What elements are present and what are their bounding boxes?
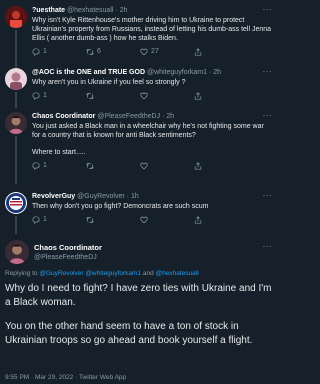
tweet-actions: 1 6 27 xyxy=(32,47,272,56)
retweet-icon xyxy=(86,163,94,169)
like-button[interactable] xyxy=(140,215,194,224)
reply-button[interactable]: 1 xyxy=(32,215,86,224)
author-name[interactable]: Chaos Coordinator xyxy=(34,243,102,253)
replying-to: Replying to @GuyRevolver @whiteguyforkam… xyxy=(5,270,272,278)
retweet-icon xyxy=(86,216,94,223)
share-button[interactable] xyxy=(194,161,248,170)
tweet-paragraph: Why do I need to fight? I have zero ties… xyxy=(5,283,272,308)
tweet-header: ?uesthate @hexhatesuall · 2h xyxy=(32,7,128,14)
tweet-actions: 1 xyxy=(32,215,272,224)
tweet-header: RevolverGuy @GuyRevolver · 1h xyxy=(32,193,139,200)
heart-icon xyxy=(140,48,148,56)
share-button[interactable] xyxy=(194,47,248,56)
tweet-text: Why aren't you in Ukraine if you feel so… xyxy=(32,79,186,87)
avatar[interactable] xyxy=(5,240,29,264)
reply-count: 1 xyxy=(43,48,47,56)
tweet-text: Why isn't Kyle Rittenhouse's mother driv… xyxy=(32,17,272,43)
reply-icon xyxy=(32,216,40,224)
author-handle[interactable]: @hexhatesuall xyxy=(67,7,113,14)
tweet-time[interactable]: 2h xyxy=(213,69,221,76)
tweet-timestamp[interactable]: 9:55 PM · Mar 29, 2022 · Twitter Web App xyxy=(5,374,126,382)
more-options-icon[interactable]: ··· xyxy=(263,242,273,252)
tweet-actions: 1 xyxy=(32,91,272,100)
avatar[interactable] xyxy=(5,192,27,214)
retweet-icon xyxy=(86,92,94,99)
tweet-whiteguyforkam1[interactable]: @AOC is the ONE and TRUE GOD @whiteguyfo… xyxy=(0,66,278,108)
like-button[interactable] xyxy=(140,91,194,100)
reply-icon xyxy=(32,48,40,56)
reply-icon xyxy=(32,162,40,170)
reply-button[interactable]: 1 xyxy=(32,47,86,56)
reply-handle-link[interactable]: @hexhatesuall xyxy=(156,270,199,277)
retweet-button[interactable] xyxy=(86,91,140,100)
retweet-count: 6 xyxy=(97,48,101,56)
tweet-text: You just asked a Black man in a wheelcha… xyxy=(32,122,272,157)
reply-button[interactable]: 1 xyxy=(32,161,86,170)
more-options-icon[interactable]: ··· xyxy=(263,5,273,15)
tweet-paragraph: You on the other hand seem to have a ton… xyxy=(5,321,253,346)
like-count: 27 xyxy=(151,48,159,56)
tweet-time[interactable]: 2h xyxy=(166,113,174,120)
tweet-paragraph: Where to start..... xyxy=(32,149,86,157)
retweet-button[interactable] xyxy=(86,161,140,170)
avatar[interactable] xyxy=(5,112,27,134)
focused-tweet[interactable]: Chaos Coordinator @PleaseFeedtheDJ ··· R… xyxy=(0,238,278,384)
reply-count: 1 xyxy=(43,92,47,100)
thread-line xyxy=(15,30,17,68)
share-icon xyxy=(194,48,202,56)
author-name[interactable]: Chaos Coordinator xyxy=(32,113,95,120)
reply-icon xyxy=(32,92,40,100)
tweet-guyrevolver[interactable]: RevolverGuy @GuyRevolver · 1h Then why d… xyxy=(0,190,278,234)
tweet-time[interactable]: 2h xyxy=(120,7,128,14)
reply-count: 1 xyxy=(43,216,47,224)
avatar[interactable] xyxy=(5,6,27,28)
author-block: Chaos Coordinator @PleaseFeedtheDJ xyxy=(34,243,102,262)
tweet-pleasefeedthedj[interactable]: Chaos Coordinator @PleaseFeedtheDJ · 2h … xyxy=(0,110,278,184)
replying-to-and: and xyxy=(142,270,154,277)
tweet-text: Why do I need to fight? I have zero ties… xyxy=(5,282,273,347)
share-button[interactable] xyxy=(194,215,248,224)
author-handle[interactable]: @GuyRevolver xyxy=(77,193,125,200)
avatar[interactable] xyxy=(5,68,27,90)
share-icon xyxy=(194,162,202,170)
share-icon xyxy=(194,216,202,224)
heart-icon xyxy=(140,92,148,99)
retweet-icon xyxy=(86,49,94,55)
author-handle[interactable]: @PleaseFeedtheDJ xyxy=(34,253,102,262)
thread-line xyxy=(15,92,17,108)
reply-handle-link[interactable]: @GuyRevolver xyxy=(39,270,83,277)
tweet-actions: 1 xyxy=(32,161,272,170)
thread-line xyxy=(15,216,17,234)
reply-button[interactable]: 1 xyxy=(32,91,86,100)
author-name[interactable]: RevolverGuy xyxy=(32,193,75,200)
author-name[interactable]: ?uesthate xyxy=(32,7,65,14)
share-button[interactable] xyxy=(194,91,248,100)
like-button[interactable] xyxy=(140,161,194,170)
more-options-icon[interactable]: ··· xyxy=(263,111,273,121)
tweet-hexhatesuall[interactable]: ?uesthate @hexhatesuall · 2h Why isn't K… xyxy=(0,4,278,68)
heart-icon xyxy=(140,162,148,170)
replying-to-label: Replying to xyxy=(5,270,38,277)
retweet-button[interactable] xyxy=(86,215,140,224)
author-name[interactable]: @AOC is the ONE and TRUE GOD xyxy=(32,69,145,76)
tweet-header: Chaos Coordinator @PleaseFeedtheDJ · 2h xyxy=(32,113,175,120)
thread-line xyxy=(15,136,17,184)
tweet-paragraph: You just asked a Black man in a wheelcha… xyxy=(32,123,264,140)
tweet-header: @AOC is the ONE and TRUE GOD @whiteguyfo… xyxy=(32,69,222,76)
more-options-icon[interactable]: ··· xyxy=(263,191,273,201)
author-handle[interactable]: @whiteguyforkam1 xyxy=(147,69,207,76)
tweet-time[interactable]: 1h xyxy=(131,193,139,200)
author-handle[interactable]: @PleaseFeedtheDJ xyxy=(97,113,160,120)
reply-handle-link[interactable]: @whiteguyforkam1 xyxy=(85,270,141,277)
tweet-text: Then why don't you go fight? Demoncrats … xyxy=(32,203,209,211)
reply-count: 1 xyxy=(43,162,47,170)
like-button[interactable]: 27 xyxy=(140,47,194,56)
more-options-icon[interactable]: ··· xyxy=(263,67,273,77)
retweet-button[interactable]: 6 xyxy=(86,47,140,56)
heart-icon xyxy=(140,216,148,223)
share-icon xyxy=(194,92,202,100)
